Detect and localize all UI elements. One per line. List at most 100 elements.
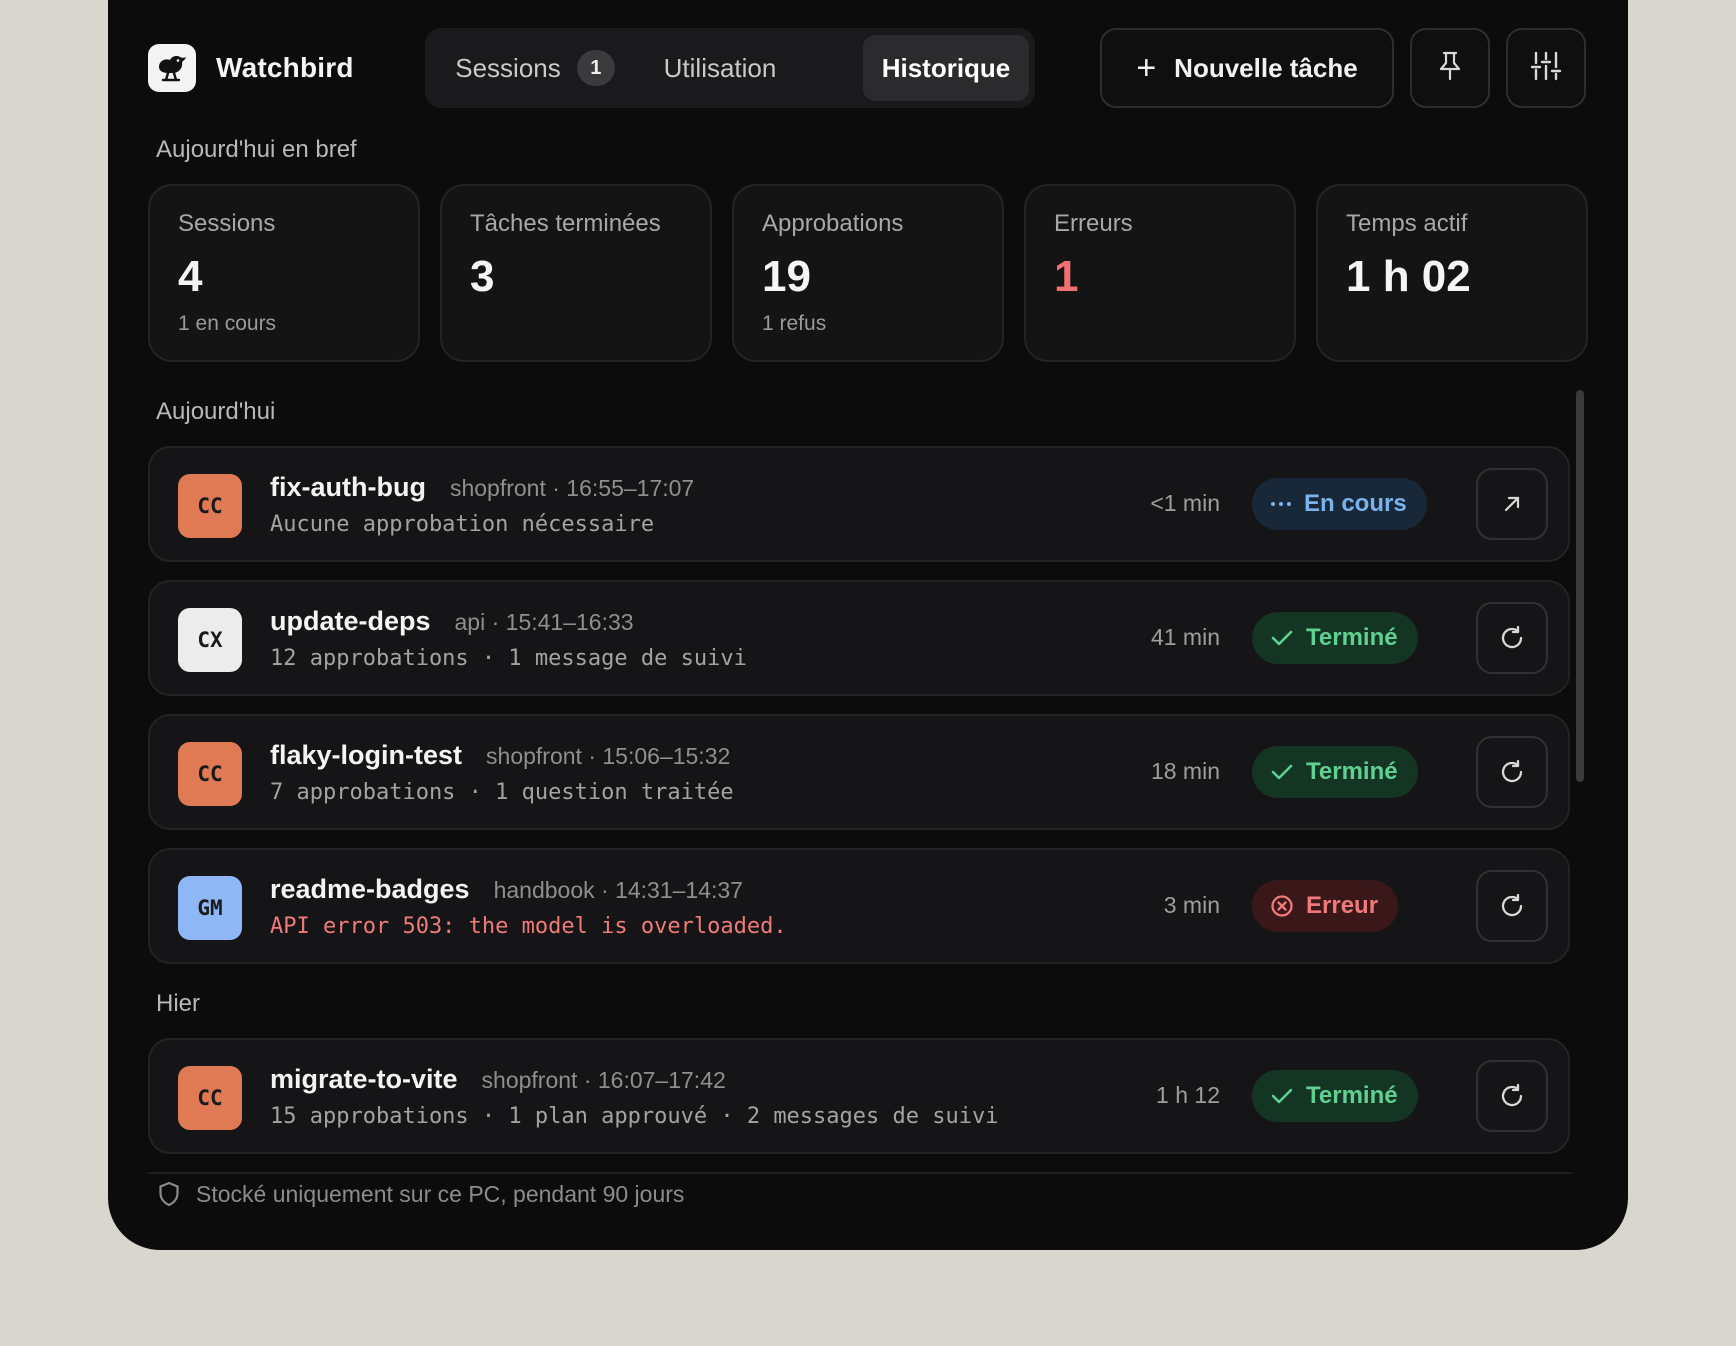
session-meta: api · 15:41–16:33 xyxy=(454,609,634,635)
session-row[interactable]: CX update-deps api · 15:41–16:33 12 appr… xyxy=(148,580,1570,696)
session-title: migrate-to-vite xyxy=(270,1064,458,1094)
session-detail: Aucune approbation nécessaire xyxy=(270,512,655,537)
refresh-icon xyxy=(1501,1083,1523,1107)
tab-historique-label: Historique xyxy=(881,52,1011,83)
status-label: Terminé xyxy=(1306,758,1398,785)
stat-label: Temps actif xyxy=(1346,210,1468,237)
stat-value: 1 xyxy=(1054,252,1079,301)
session-duration: 41 min xyxy=(1150,624,1220,650)
sessions-count-badge: 1 xyxy=(576,50,615,86)
sliders-icon xyxy=(1529,50,1563,87)
tab-bar: Sessions 1 Utilisation Historique xyxy=(425,28,1035,108)
scrollbar-thumb[interactable] xyxy=(1576,390,1584,782)
status-label: Terminé xyxy=(1306,1082,1398,1109)
session-detail: 12 approbations · 1 message de suivi xyxy=(270,646,747,671)
stat-value: 4 xyxy=(178,252,203,301)
rerun-session-button[interactable] xyxy=(1476,736,1548,808)
status-badge: Terminé xyxy=(1252,612,1418,664)
stat-errors: Erreurs 1 xyxy=(1024,184,1296,362)
session-error-message: API error 503: the model is overloaded. xyxy=(270,914,787,939)
stat-label: Sessions xyxy=(178,210,276,237)
agent-avatar: CX xyxy=(178,608,242,672)
plus-icon: + xyxy=(1136,49,1157,87)
session-row[interactable]: GM readme-badges handbook · 14:31–14:37 … xyxy=(148,848,1570,964)
group-title-today: Aujourd'hui xyxy=(156,398,276,425)
status-badge: Erreur xyxy=(1252,880,1399,932)
session-meta: shopfront · 15:06–15:32 xyxy=(486,743,731,769)
refresh-icon xyxy=(1501,893,1523,917)
session-detail: 7 approbations · 1 question traitée xyxy=(270,780,734,805)
session-header: migrate-to-vite shopfront · 16:07–17:42 xyxy=(270,1064,726,1095)
session-title: readme-badges xyxy=(270,874,470,904)
bird-logo-icon xyxy=(148,44,196,92)
status-label: En cours xyxy=(1304,490,1407,517)
settings-button[interactable] xyxy=(1506,28,1586,108)
stat-label: Approbations xyxy=(762,210,904,237)
summary-title: Aujourd'hui en bref xyxy=(156,136,357,163)
rerun-session-button[interactable] xyxy=(1476,1060,1548,1132)
stat-sub: 1 refus xyxy=(762,312,827,335)
stat-value: 1 h 02 xyxy=(1346,252,1471,301)
shield-icon xyxy=(159,1181,179,1207)
app-window: Watchbird Sessions 1 Utilisation Histori… xyxy=(108,0,1628,1250)
footer-divider xyxy=(148,1172,1572,1174)
check-icon xyxy=(1271,630,1293,646)
pin-button[interactable] xyxy=(1410,28,1490,108)
session-header: fix-auth-bug shopfront · 16:55–17:07 xyxy=(270,472,694,503)
check-icon xyxy=(1271,1088,1293,1104)
stat-sub: 1 en cours xyxy=(178,312,277,335)
session-meta: shopfront · 16:07–17:42 xyxy=(481,1067,726,1093)
session-duration: 3 min xyxy=(1163,892,1220,918)
session-meta: shopfront · 16:55–17:07 xyxy=(449,475,695,501)
new-task-button[interactable]: + Nouvelle tâche xyxy=(1100,28,1394,108)
stat-sessions: Sessions 4 1 en cours xyxy=(148,184,420,362)
tab-sessions-label: Sessions xyxy=(455,52,561,83)
refresh-icon xyxy=(1501,759,1523,783)
agent-avatar: CC xyxy=(178,474,242,538)
status-label: Terminé xyxy=(1306,624,1398,651)
arrow-up-right-icon xyxy=(1504,496,1520,512)
session-header: readme-badges handbook · 14:31–14:37 xyxy=(270,874,743,905)
stat-active-time: Temps actif 1 h 02 xyxy=(1316,184,1588,362)
stat-value: 3 xyxy=(470,252,495,301)
status-badge: En cours xyxy=(1252,478,1427,530)
session-duration: 18 min xyxy=(1150,758,1220,784)
status-badge: Terminé xyxy=(1252,746,1418,798)
group-title-yesterday: Hier xyxy=(156,990,201,1017)
storage-notice: Stocké uniquement sur ce PC, pendant 90 … xyxy=(158,1180,684,1208)
rerun-session-button[interactable] xyxy=(1476,602,1548,674)
error-circle-icon xyxy=(1271,895,1293,917)
status-label: Erreur xyxy=(1306,892,1379,919)
new-task-label: Nouvelle tâche xyxy=(1174,52,1358,83)
stat-value: 19 xyxy=(762,252,811,301)
rerun-session-button[interactable] xyxy=(1476,870,1548,942)
stat-tasks-done: Tâches terminées 3 xyxy=(440,184,712,362)
session-title: update-deps xyxy=(270,606,431,636)
stat-label: Tâches terminées xyxy=(470,210,661,237)
ellipsis-icon xyxy=(1271,502,1291,506)
session-row[interactable]: CC fix-auth-bug shopfront · 16:55–17:07 … xyxy=(148,446,1570,562)
tab-sessions[interactable]: Sessions 1 xyxy=(435,35,635,101)
session-header: flaky-login-test shopfront · 15:06–15:32 xyxy=(270,740,730,771)
tab-historique[interactable]: Historique xyxy=(863,35,1029,101)
status-badge: Terminé xyxy=(1252,1070,1418,1122)
check-icon xyxy=(1271,764,1293,780)
tab-utilisation[interactable]: Utilisation xyxy=(640,35,800,101)
session-row[interactable]: CC migrate-to-vite shopfront · 16:07–17:… xyxy=(148,1038,1570,1154)
session-duration: <1 min xyxy=(1150,490,1220,516)
refresh-icon xyxy=(1501,625,1523,649)
agent-avatar: CC xyxy=(178,1066,242,1130)
session-title: fix-auth-bug xyxy=(270,472,426,502)
pin-icon xyxy=(1436,50,1464,87)
session-meta: handbook · 14:31–14:37 xyxy=(493,877,743,903)
tab-utilisation-label: Utilisation xyxy=(663,52,777,83)
stat-approvals: Approbations 19 1 refus xyxy=(732,184,1004,362)
session-detail: 15 approbations · 1 plan approuvé · 2 me… xyxy=(270,1104,999,1129)
session-title: flaky-login-test xyxy=(270,740,463,770)
app-name: Watchbird xyxy=(216,52,354,83)
brand: Watchbird xyxy=(148,44,354,92)
session-duration: 1 h 12 xyxy=(1156,1082,1220,1108)
open-session-button[interactable] xyxy=(1476,468,1548,540)
session-row[interactable]: CC flaky-login-test shopfront · 15:06–15… xyxy=(148,714,1570,830)
stat-label: Erreurs xyxy=(1054,210,1133,237)
